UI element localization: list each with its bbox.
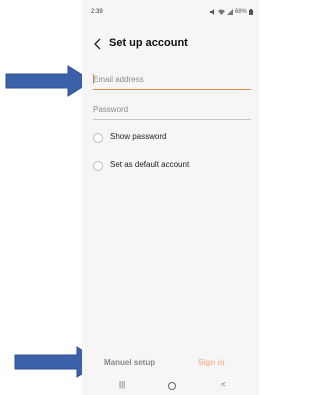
back-chevron-icon[interactable] [92,38,104,50]
status-bar: 2:39 68% [82,0,259,28]
battery-percent: 68% [234,9,247,15]
home-icon[interactable] [168,382,176,390]
show-password-option[interactable]: Show password [93,130,251,146]
default-account-checkbox[interactable] [93,161,103,171]
wifi-icon [217,9,225,15]
mute-icon [209,9,214,15]
status-time: 2:39 [91,9,103,15]
phone-screen: 2:39 68% Set up account Email address Pa… [82,0,259,395]
bottom-actions: Manuel setup Sign in [82,352,259,372]
system-nav-bar: ||| < [82,376,259,395]
email-field[interactable]: Email address [93,74,251,90]
default-account-label: Set as default account [110,160,190,169]
nav-back-icon[interactable]: < [221,380,226,389]
default-account-option[interactable]: Set as default account [93,158,251,174]
sign-in-button[interactable]: Sign in [198,358,225,367]
password-underline [93,119,251,120]
signal-icon [226,9,233,15]
manual-setup-button[interactable]: Manuel setup [104,358,155,367]
app-header: Set up account [82,30,259,58]
email-placeholder: Email address [93,75,144,84]
battery-icon [249,9,253,15]
password-field[interactable]: Password [93,104,251,120]
password-placeholder: Password [93,105,129,114]
email-underline [93,89,251,90]
show-password-checkbox[interactable] [93,133,103,143]
page-title: Set up account [109,37,188,49]
show-password-label: Show password [110,132,167,141]
status-icons: 68% [209,9,253,15]
recent-apps-icon[interactable]: ||| [119,380,125,389]
annotation-arrow-icon [5,65,93,97]
